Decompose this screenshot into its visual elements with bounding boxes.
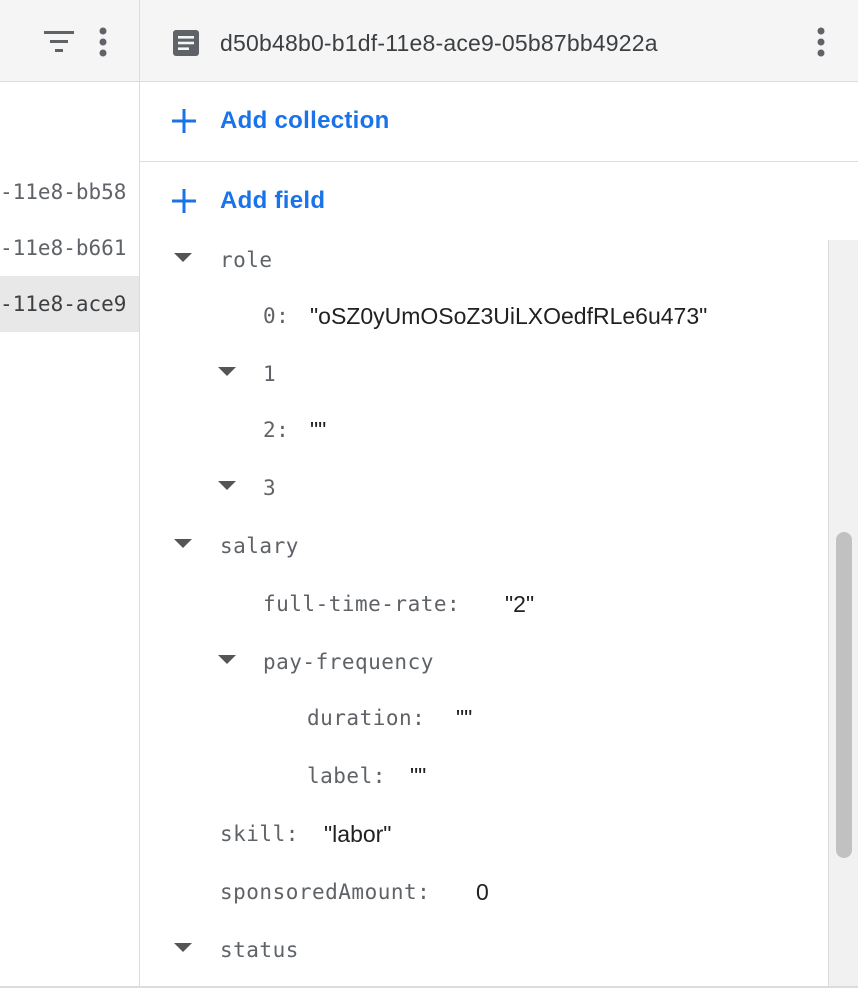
add-collection-button[interactable]: Add collection [140, 82, 858, 162]
caret-down-icon[interactable] [174, 943, 192, 952]
field-value: "labor" [324, 821, 392, 847]
field-key: status [220, 938, 299, 962]
document-list-header [0, 0, 139, 82]
more-vert-icon[interactable] [810, 25, 832, 59]
field-tree: role 0: "oSZ0yUmOSoZ3UiLXOedfRLe6u473" 1… [140, 240, 830, 988]
document-detail-pane: d50b48b0-b1df-11e8-ace9-05b87bb4922a Add… [140, 0, 858, 988]
add-field-button[interactable]: Add field [140, 162, 858, 240]
field-key: skill: [220, 822, 299, 846]
document-list-pane: -11e8-bb58 -11e8-b661 -11e8-ace9 [0, 0, 140, 988]
field-key: label: [307, 764, 386, 788]
field-key: role [220, 248, 273, 272]
field-key: 0: [263, 304, 290, 328]
document-list-item[interactable]: -11e8-b661 [0, 220, 139, 276]
caret-down-icon[interactable] [174, 539, 192, 548]
field-key: sponsoredAmount: [220, 880, 431, 904]
field-key: pay-frequency [263, 650, 434, 674]
document-header: d50b48b0-b1df-11e8-ace9-05b87bb4922a [140, 0, 858, 82]
field-key: full-time-rate: [263, 592, 461, 616]
scrollbar-track[interactable] [828, 240, 858, 988]
document-list-item[interactable]: -11e8-bb58 [0, 164, 139, 220]
field-value: "oSZ0yUmOSoZ3UiLXOedfRLe6u473" [310, 303, 708, 329]
field-key: salary [220, 534, 299, 558]
scrollbar-thumb[interactable] [836, 532, 852, 858]
field-value: 0 [476, 879, 489, 905]
filter-icon[interactable] [40, 27, 80, 57]
field-value: "" [410, 763, 427, 789]
field-key: duration: [307, 706, 426, 730]
document-icon [173, 30, 199, 56]
field-value: "2" [505, 591, 535, 617]
plus-icon [172, 189, 196, 213]
add-field-label: Add field [220, 187, 326, 214]
field-value: "" [310, 417, 327, 443]
document-list-item-selected[interactable]: -11e8-ace9 [0, 276, 139, 332]
caret-down-icon[interactable] [174, 253, 192, 262]
more-vert-icon[interactable] [92, 25, 114, 59]
field-key: 1 [263, 362, 277, 386]
add-collection-label: Add collection [220, 107, 390, 134]
field-value: "" [456, 705, 473, 731]
caret-down-icon[interactable] [218, 367, 236, 376]
document-id-title: d50b48b0-b1df-11e8-ace9-05b87bb4922a [220, 30, 658, 56]
caret-down-icon[interactable] [218, 481, 236, 490]
caret-down-icon[interactable] [218, 655, 236, 664]
field-key: 2: [263, 418, 290, 442]
plus-icon [172, 109, 196, 133]
field-key: 3 [263, 476, 277, 500]
